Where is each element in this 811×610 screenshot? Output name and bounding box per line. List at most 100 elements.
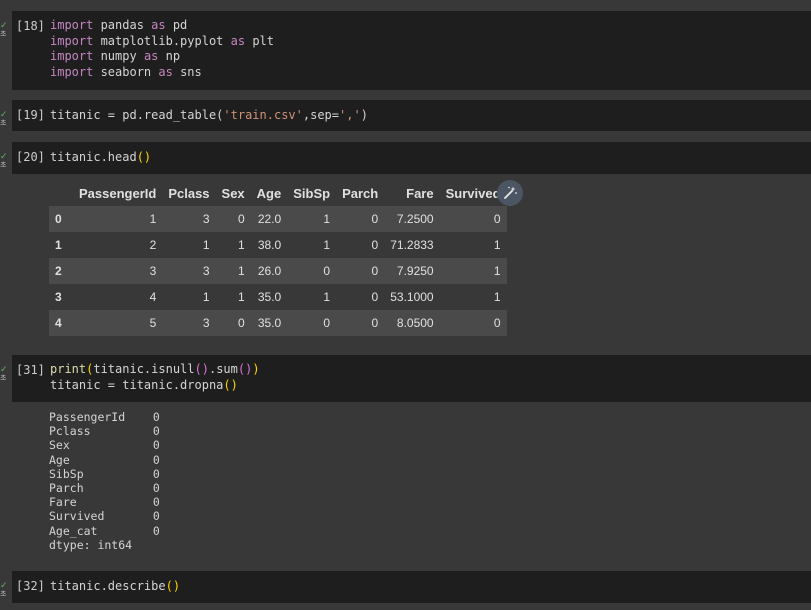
code-text: np xyxy=(158,49,181,63)
code-line: print(titanic.isnull().sum()) xyxy=(50,362,260,378)
keyword: import xyxy=(50,49,94,63)
code-editor[interactable]: titanic.head() xyxy=(50,150,151,166)
table-cell: 35.0 xyxy=(257,290,282,304)
output-line: Survived 0 xyxy=(49,509,160,524)
table-cell: 7.9250 xyxy=(396,264,434,278)
column-header: PassengerId xyxy=(79,185,157,201)
table-cell: 35.0 xyxy=(257,316,282,330)
code-line: import matplotlib.pyplot as plt xyxy=(50,34,274,50)
keyword: import xyxy=(50,64,94,79)
keyword: import xyxy=(50,33,94,48)
bracket: () xyxy=(165,579,181,593)
code-line: import numpy as np xyxy=(50,49,274,65)
table-cell: 0 xyxy=(493,212,501,226)
output-line: Sex 0 xyxy=(49,438,160,453)
code-cell-19[interactable]: [19] titanic = pd.read_table('train.csv'… xyxy=(12,100,811,131)
code-cell-20[interactable]: [20] titanic.head() xyxy=(12,142,811,174)
table-row: 0 1 3 0 22.0 1 0 7.2500 0 xyxy=(49,206,507,232)
code-text: sns xyxy=(172,64,202,79)
table-header-row: PassengerId Pclass Sex Age SibSp Parch F… xyxy=(49,180,507,206)
code-text: matplotlib.pyplot xyxy=(93,33,231,48)
bracket: () xyxy=(237,362,253,376)
bracket: () xyxy=(223,377,238,392)
cell-prompt: [19] xyxy=(16,108,45,122)
column-header: SibSp xyxy=(293,185,331,201)
code-editor[interactable]: titanic = pd.read_table('train.csv',sep=… xyxy=(50,108,368,124)
table-row: 1 2 1 1 38.0 1 0 71.2833 1 xyxy=(49,232,507,258)
table-cell: 1 xyxy=(323,238,331,252)
code-text: numpy xyxy=(93,49,144,63)
bracket: () xyxy=(194,362,209,376)
output-line: Pclass 0 xyxy=(49,424,160,439)
magic-wand-icon-svg xyxy=(504,186,517,199)
table-cell: 1 xyxy=(149,212,157,226)
keyword: import xyxy=(50,18,94,32)
output-line: Age 0 xyxy=(49,452,160,467)
execution-time: 초 xyxy=(0,161,7,169)
table-cell: 0 xyxy=(237,316,245,330)
table-cell: 1 xyxy=(237,264,245,278)
code-text: titanic = titanic.dropna xyxy=(50,377,224,392)
output-line: Parch 0 xyxy=(49,481,160,496)
code-cell-31[interactable]: [31] print(titanic.isnull().sum()) titani… xyxy=(12,355,811,402)
keyword: as xyxy=(230,33,246,48)
cell-prompt: [32] xyxy=(16,579,45,593)
function-name: print xyxy=(50,362,87,376)
output-line: Fare 0 xyxy=(49,495,160,510)
table-cell: 0 xyxy=(323,264,331,278)
code-line: titanic = titanic.dropna() xyxy=(50,378,260,394)
table-cell: 3 xyxy=(202,212,210,226)
table-cell: 5 xyxy=(149,316,157,330)
code-editor[interactable]: print(titanic.isnull().sum()) titanic = t… xyxy=(50,362,260,393)
table-row: 2 3 3 1 26.0 0 0 7.9250 1 xyxy=(49,258,507,284)
cell-prompt: [20] xyxy=(16,150,45,164)
table-cell: 71.2833 xyxy=(390,238,434,252)
row-index: 2 xyxy=(55,264,62,278)
code-text: pandas xyxy=(93,18,152,32)
code-text: pd xyxy=(165,18,188,32)
table-row: 4 5 3 0 35.0 0 0 8.0500 0 xyxy=(49,310,507,336)
table-cell: 2 xyxy=(149,238,157,252)
code-cell-18[interactable]: [18] import pandas as pd import matplotli… xyxy=(12,11,811,90)
table-cell: 1 xyxy=(493,238,501,252)
code-text: seaborn xyxy=(93,64,159,79)
column-header xyxy=(49,180,73,206)
table-cell: 3 xyxy=(202,316,210,330)
execution-time: 초 xyxy=(0,119,7,127)
table-cell: 3 xyxy=(202,264,210,278)
table-row: 3 4 1 1 35.0 1 0 53.1000 1 xyxy=(49,284,507,310)
code-text: titanic.describe xyxy=(50,579,166,593)
table-cell: 1 xyxy=(237,290,245,304)
code-text: plt xyxy=(245,33,274,48)
table-cell: 1 xyxy=(202,290,210,304)
bracket: () xyxy=(136,150,152,164)
row-index: 0 xyxy=(55,212,62,226)
table-cell: 1 xyxy=(493,290,501,304)
code-cell-32[interactable]: [32] titanic.describe() xyxy=(12,571,811,603)
table-cell: 0 xyxy=(371,264,379,278)
cell-prompt: [18] xyxy=(16,19,45,33)
column-header: Sex xyxy=(221,185,245,201)
table-cell: 1 xyxy=(323,212,331,226)
column-header: Fare xyxy=(406,185,434,201)
table-cell: 0 xyxy=(371,212,379,226)
code-text: titanic = pd.read_table( xyxy=(50,108,224,122)
code-line: import seaborn as sns xyxy=(50,65,274,81)
table-cell: 7.2500 xyxy=(396,212,434,226)
keyword: as xyxy=(158,64,173,79)
cell-prompt: [31] xyxy=(16,363,45,377)
row-index: 3 xyxy=(55,290,62,304)
column-header: Pclass xyxy=(168,185,210,201)
magic-wand-icon[interactable] xyxy=(497,180,523,206)
code-text: ) xyxy=(360,108,368,122)
keyword: as xyxy=(143,49,159,63)
keyword: as xyxy=(151,18,166,32)
output-line: dtype: int64 xyxy=(49,537,133,552)
row-index: 4 xyxy=(55,316,62,330)
string-literal: ',' xyxy=(339,108,361,122)
code-editor[interactable]: import pandas as pd import matplotlib.pyp… xyxy=(50,18,274,80)
code-editor[interactable]: titanic.describe() xyxy=(50,579,180,595)
cell-stdout-output: PassengerId 0 Pclass 0 Sex 0 Age 0 SibSp 0 Pa… xyxy=(49,410,160,552)
table-cell: 0 xyxy=(493,316,501,330)
row-index: 1 xyxy=(55,238,62,252)
